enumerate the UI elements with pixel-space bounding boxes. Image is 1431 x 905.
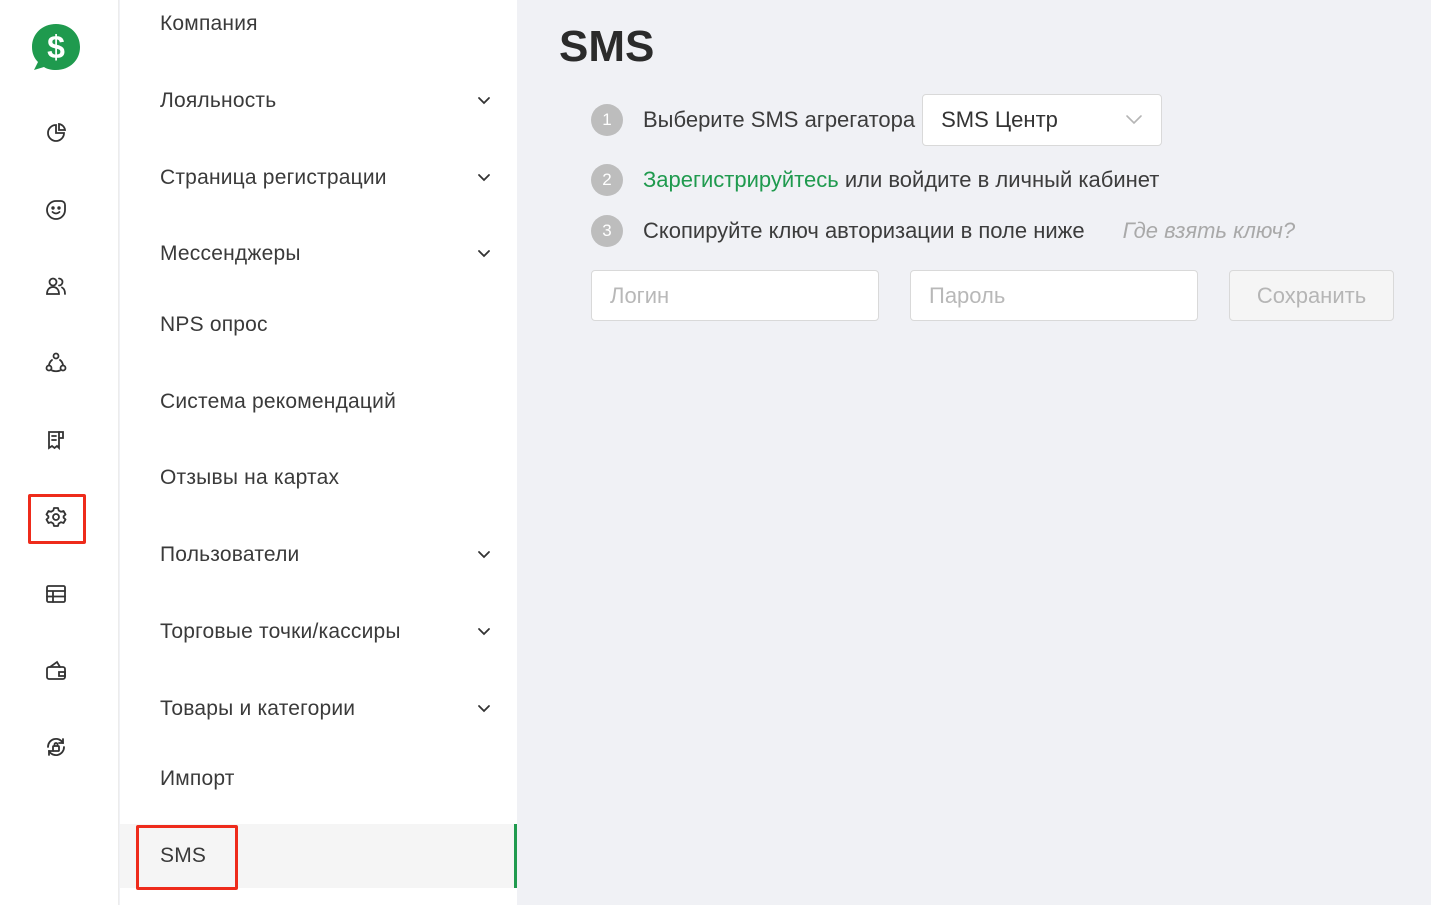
step-text: или войдите в личный кабинет <box>838 167 1160 192</box>
step-text: Выберите SMS агрегатора <box>643 107 916 132</box>
page-title: SMS <box>559 22 655 71</box>
table-icon[interactable] <box>40 578 72 610</box>
icon-rail: $ <box>0 0 119 905</box>
settings-menu: Компания Лояльность Страница регистрации… <box>120 0 517 905</box>
network-icon[interactable] <box>40 347 72 379</box>
chevron-down-icon <box>478 705 490 713</box>
main-content: SMS 1 Выберите SMS агрегатора SMS Центр … <box>517 0 1431 905</box>
chevron-down-icon <box>478 97 490 105</box>
wallet-icon[interactable] <box>40 655 72 687</box>
menu-item-products-categories[interactable]: Товары и категории <box>120 679 517 739</box>
svg-text:$: $ <box>47 29 65 65</box>
menu-item-label: Система рекомендаций <box>160 390 397 413</box>
step-1: 1 Выберите SMS агрегатора SMS Центр <box>591 94 1163 146</box>
smile-icon[interactable] <box>40 194 72 226</box>
menu-item-label: Импорт <box>160 767 235 790</box>
menu-item-label: Отзывы на картах <box>160 466 340 489</box>
select-value: SMS Центр <box>941 107 1058 132</box>
menu-item-loyalty[interactable]: Лояльность <box>120 71 517 131</box>
where-key-link[interactable]: Где взять ключ? <box>1123 218 1295 244</box>
menu-item-label: Торговые точки/кассиры <box>160 620 401 643</box>
register-link[interactable]: Зарегистрируйтесь <box>643 167 839 193</box>
menu-item-label: Лояльность <box>160 89 277 112</box>
chevron-down-icon <box>478 551 490 559</box>
pie-chart-icon[interactable] <box>40 117 72 149</box>
users-icon[interactable] <box>40 270 72 302</box>
receipt-icon[interactable] <box>40 424 72 456</box>
menu-item-label: Страница регистрации <box>160 166 387 189</box>
step-number: 1 <box>591 104 623 136</box>
save-button[interactable]: Сохранить <box>1229 270 1394 321</box>
step-number: 3 <box>591 215 623 247</box>
step-number: 2 <box>591 164 623 196</box>
menu-item-label: NPS опрос <box>160 313 268 336</box>
step-2: 2 Зарегистрируйтесь или войдите в личный… <box>591 164 1159 196</box>
sms-aggregator-select[interactable]: SMS Центр <box>922 94 1163 146</box>
step-text: Скопируйте ключ авторизации в поле ниже <box>643 218 1085 243</box>
menu-item-label: Товары и категории <box>160 697 356 720</box>
chevron-down-icon <box>478 250 490 258</box>
menu-item-messengers[interactable]: Мессенджеры <box>120 224 517 284</box>
menu-item-recommendations[interactable]: Система рекомендаций <box>120 372 517 432</box>
chevron-down-icon <box>478 628 490 636</box>
menu-item-users[interactable]: Пользователи <box>120 525 517 585</box>
step-3: 3 Скопируйте ключ авторизации в поле ниж… <box>591 215 1295 247</box>
menu-item-import[interactable]: Импорт <box>120 749 517 809</box>
sms-item-highlight <box>136 825 238 890</box>
menu-item-label: Мессенджеры <box>160 242 301 265</box>
lock-refresh-icon[interactable] <box>40 731 72 763</box>
menu-item-label: Компания <box>160 12 258 35</box>
menu-item-stores-cashiers[interactable]: Торговые точки/кассиры <box>120 602 517 662</box>
menu-item-label: Пользователи <box>160 543 300 566</box>
menu-item-registration-page[interactable]: Страница регистрации <box>120 148 517 208</box>
menu-item-nps-survey[interactable]: NPS опрос <box>120 295 517 355</box>
password-input[interactable] <box>910 270 1198 321</box>
menu-item-company[interactable]: Компания <box>120 0 517 54</box>
login-input[interactable] <box>591 270 879 321</box>
gear-icon-highlight <box>28 494 86 544</box>
menu-item-map-reviews[interactable]: Отзывы на картах <box>120 448 517 508</box>
chevron-down-icon <box>478 174 490 182</box>
chevron-down-icon <box>1126 115 1142 125</box>
dollar-logo-icon[interactable]: $ <box>30 22 82 72</box>
